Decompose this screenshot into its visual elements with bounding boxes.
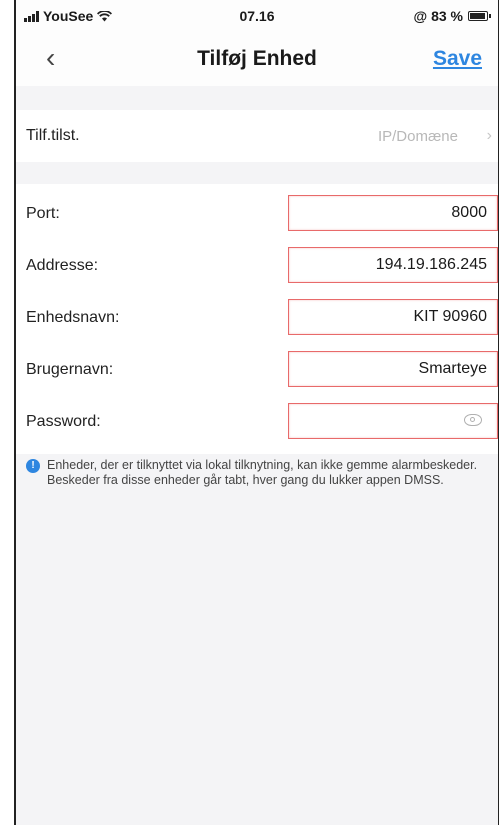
connection-mode-row[interactable]: Tilf.tilst. IP/Domæne › bbox=[16, 110, 498, 162]
phone-screen: YouSee 07.16 @ 83 % ‹ Tilføj Enhed Save … bbox=[14, 0, 499, 825]
info-note: ! Enheder, der er tilknyttet via lokal t… bbox=[16, 454, 498, 488]
save-button[interactable]: Save bbox=[433, 47, 482, 71]
battery-percent: @ 83 % bbox=[413, 8, 463, 24]
username-label: Brugernavn: bbox=[26, 361, 114, 378]
battery-fill bbox=[470, 13, 485, 19]
info-icon: ! bbox=[26, 459, 40, 473]
battery-icon bbox=[468, 11, 491, 21]
port-row: Port: bbox=[16, 188, 498, 240]
connection-mode-value: IP/Domæne bbox=[377, 127, 458, 145]
device-name-input[interactable] bbox=[288, 299, 498, 335]
page-title: Tilføj Enhed bbox=[197, 47, 317, 70]
address-input[interactable] bbox=[288, 247, 498, 283]
password-label: Password: bbox=[26, 413, 101, 430]
port-input[interactable] bbox=[288, 195, 498, 231]
chevron-right-icon: › bbox=[486, 127, 492, 144]
username-row: Brugernavn: bbox=[16, 344, 498, 396]
info-note-text: Enheder, der er tilknyttet via lokal til… bbox=[47, 458, 478, 487]
address-label: Addresse: bbox=[26, 257, 99, 274]
address-row: Addresse: bbox=[16, 240, 498, 292]
password-row: Password: bbox=[16, 396, 498, 448]
username-input[interactable] bbox=[288, 351, 498, 387]
device-name-row: Enhedsnavn: bbox=[16, 292, 498, 344]
device-fields: Port: Addresse: Enhedsnavn: Brugernavn: … bbox=[16, 184, 498, 454]
device-name-label: Enhedsnavn: bbox=[26, 309, 120, 326]
show-password-eye-icon[interactable] bbox=[464, 414, 482, 426]
port-label: Port: bbox=[26, 205, 60, 222]
status-bar: YouSee 07.16 @ 83 % bbox=[16, 0, 498, 30]
navigation-bar: ‹ Tilføj Enhed Save bbox=[16, 30, 498, 86]
status-right: @ 83 % bbox=[413, 8, 491, 24]
connection-mode-label: Tilf.tilst. bbox=[26, 127, 80, 144]
